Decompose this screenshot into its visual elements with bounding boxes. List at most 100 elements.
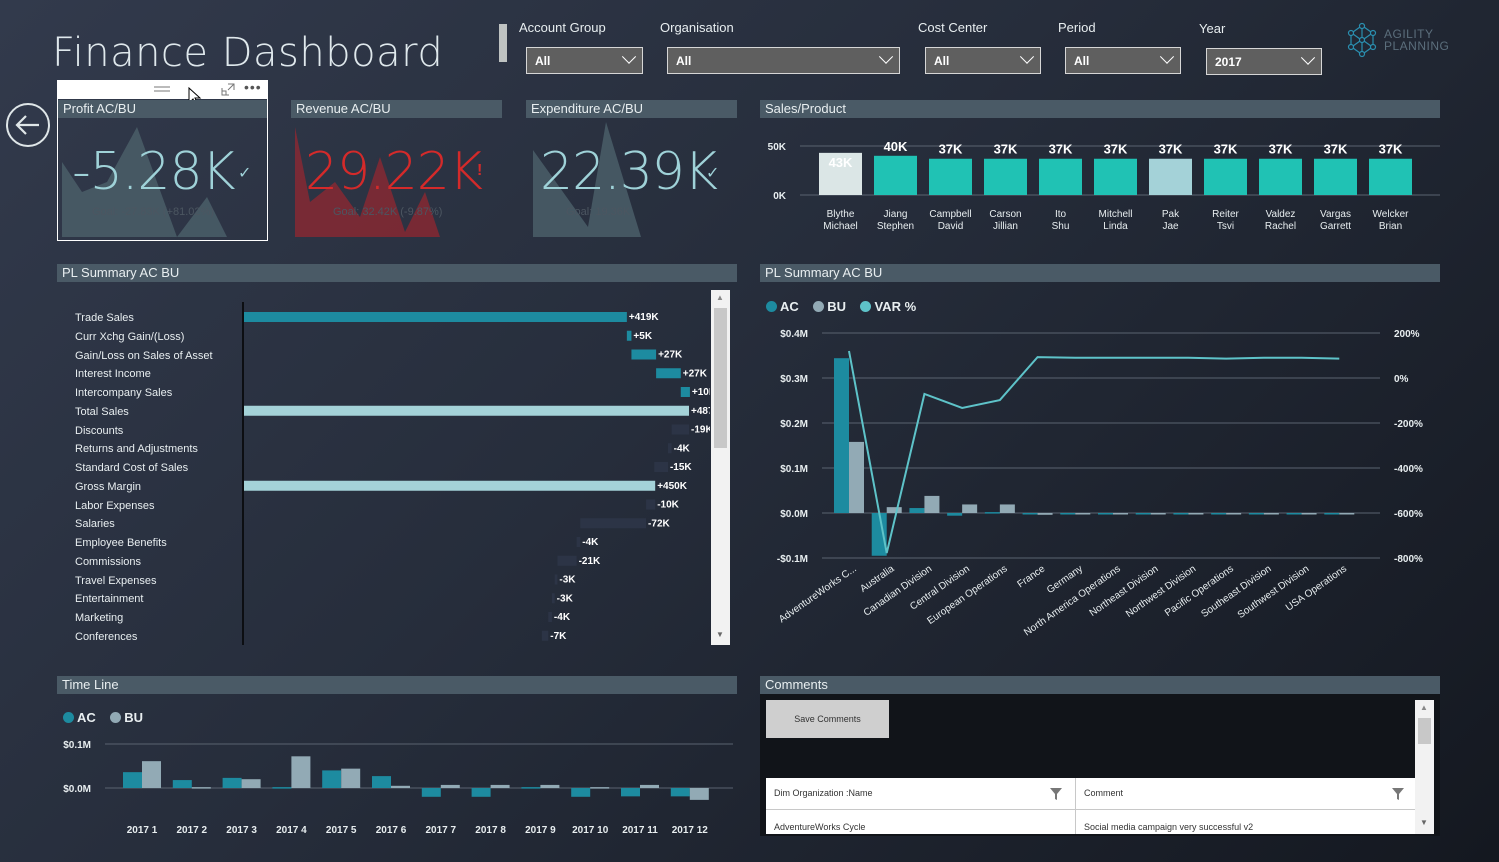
visual-header-bar: ••• — [58, 79, 267, 99]
category-label: Gain/Loss on Sales of Asset — [75, 349, 213, 362]
bar-ac — [372, 776, 391, 788]
bar-bu — [590, 787, 610, 789]
legend: AC BU VAR % — [766, 298, 926, 316]
x-tick-label: Linda — [1103, 221, 1128, 232]
legend-item-bu[interactable]: BU — [813, 299, 846, 314]
bar-bu — [886, 507, 902, 513]
comments-visual[interactable]: Comments Save Comments Dim Organization … — [760, 676, 1440, 836]
slicer-cost-center[interactable]: All — [925, 47, 1041, 74]
x-tick-label: 2017 3 — [226, 825, 257, 836]
timeline-chart: $0.1M $0.0M 2017 1 2017 2 2017 3 2017 4 2017 5… — [63, 740, 733, 836]
table-row[interactable]: AdventureWorks Cycle Social media campai… — [766, 811, 1415, 834]
kpi-card-expenditure[interactable]: Expenditure AC/BU 22.39K ✓ Goal: 19.36K — [526, 100, 737, 240]
legend-dot — [110, 712, 122, 723]
waterfall-bar — [244, 480, 656, 491]
sales-product-visual[interactable]: Sales/Product 50K 0K 43K Blythe Michael 40K Ji… — [760, 100, 1440, 240]
pl-waterfall-chart: +419K+5K+27K+27K+10K+487K-19K-4K-15K+450… — [242, 302, 710, 645]
waterfall-bar — [548, 612, 552, 622]
kpi-card-revenue[interactable]: Revenue AC/BU 29.22K ! Goal: 32.42K (-9.… — [291, 100, 502, 240]
legend-item-ac[interactable]: AC — [63, 710, 96, 725]
legend-item-var[interactable]: VAR % — [860, 299, 916, 314]
bar-bu — [142, 761, 161, 788]
category-label: Trade Sales — [75, 312, 134, 324]
data-label: -4K — [554, 612, 571, 623]
bar-ac — [571, 788, 591, 797]
slicer-period[interactable]: All — [1065, 47, 1181, 74]
arrow-left-icon — [15, 115, 39, 135]
data-label: 37K — [1214, 142, 1238, 157]
slicer-account-group[interactable]: All — [526, 47, 643, 74]
slicer-value: All — [535, 53, 551, 68]
waterfall-bar — [557, 555, 577, 566]
bar-ac — [984, 512, 1000, 514]
scroll-down-icon[interactable]: ▼ — [716, 630, 724, 639]
section-title: Time Line — [57, 676, 737, 694]
x-tick-label: Jillian — [993, 221, 1018, 232]
x-tick-label: Mitchell — [1099, 209, 1133, 220]
filter-icon[interactable] — [1049, 787, 1063, 801]
scroll-down-icon[interactable]: ▼ — [1420, 818, 1428, 827]
slicer-value: All — [934, 53, 950, 68]
bar — [1369, 158, 1412, 195]
section-title: PL Summary AC BU — [760, 264, 1440, 282]
chevron-down-icon — [1300, 50, 1316, 65]
x-tick-label: 2017 9 — [525, 825, 556, 836]
bar-bu — [924, 495, 940, 513]
slicer-drag-handle[interactable] — [499, 24, 507, 62]
filter-icon[interactable] — [1391, 787, 1405, 801]
scroll-up-icon[interactable]: ▲ — [716, 293, 724, 302]
y-tick-label: 0K — [773, 191, 787, 202]
save-comments-button[interactable]: Save Comments — [766, 700, 889, 738]
x-tick-label: 2017 4 — [276, 825, 307, 836]
scroll-up-icon[interactable]: ▲ — [1420, 703, 1428, 712]
data-label: -4K — [674, 443, 691, 454]
bar-bu — [1339, 513, 1355, 515]
data-label: 37K — [1104, 142, 1128, 157]
more-options-icon[interactable]: ••• — [244, 79, 262, 95]
check-icon: ✓ — [238, 165, 252, 182]
data-label: -4K — [582, 537, 599, 548]
y-left-tick-label: $0.1M — [780, 464, 808, 475]
x-tick-label: Shu — [1052, 221, 1070, 232]
drag-handle-icon[interactable] — [154, 85, 170, 93]
focus-mode-icon[interactable] — [221, 83, 235, 96]
kpi-title: Expenditure AC/BU — [526, 100, 737, 118]
agility-planning-logo: AGILITY PLANNING — [1344, 22, 1449, 58]
slicer-organisation[interactable]: All — [667, 47, 900, 74]
column-header-comment[interactable]: Comment — [1084, 788, 1123, 798]
y-right-tick-label: -600% — [1394, 509, 1423, 520]
kpi-card-profit[interactable]: Profit AC/BU -5.28K ✓ Goal: -27.83K (+81… — [58, 100, 267, 240]
x-tick-label: AdventureWorks C... — [777, 563, 859, 625]
comments-scrollbar[interactable]: ▲ ▼ — [1415, 700, 1434, 834]
data-label: -3K — [557, 593, 574, 604]
y-right-tick-label: 200% — [1394, 329, 1420, 340]
page-title: Finance Dashboard — [52, 30, 444, 76]
legend-item-ac[interactable]: AC — [766, 299, 799, 314]
pl-scrollbar[interactable]: ▲ ▼ — [711, 290, 730, 645]
category-label: Discounts — [75, 424, 124, 437]
x-tick-label: 2017 10 — [572, 825, 609, 836]
data-label: +419K — [629, 312, 660, 323]
waterfall-bar — [656, 368, 681, 379]
scroll-thumb[interactable] — [1418, 718, 1431, 744]
kpi-value: -5.28K — [72, 142, 236, 202]
kpi-title: Profit AC/BU — [58, 100, 267, 118]
bar — [1259, 158, 1302, 195]
scroll-thumb[interactable] — [714, 308, 727, 448]
cell-comment[interactable]: Social media campaign very successful v2 — [1084, 822, 1253, 832]
waterfall-bar — [244, 312, 627, 322]
y-left-tick-label: $0.4M — [780, 329, 808, 340]
bar-bu — [1150, 513, 1166, 515]
category-label: Standard Cost of Sales — [75, 462, 189, 474]
legend-label: AC — [77, 710, 96, 725]
back-button[interactable] — [6, 103, 50, 147]
category-label: Employee Benefits — [75, 537, 167, 549]
category-label: Returns and Adjustments — [75, 443, 198, 456]
cell-organization[interactable]: AdventureWorks Cycle — [774, 822, 865, 832]
y-right-tick-label: -800% — [1394, 554, 1423, 565]
x-tick-label: Canadian Division — [862, 563, 934, 618]
slicer-year[interactable]: 2017 — [1206, 48, 1322, 75]
legend-item-bu[interactable]: BU — [110, 710, 143, 725]
column-header-organization[interactable]: Dim Organization :Name — [774, 788, 873, 798]
legend: AC BU — [63, 709, 153, 727]
